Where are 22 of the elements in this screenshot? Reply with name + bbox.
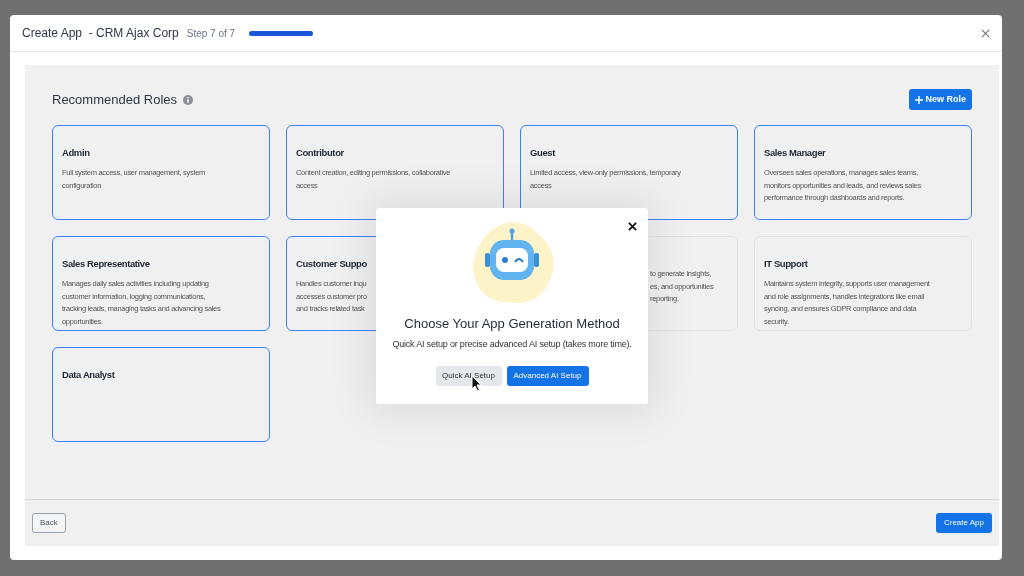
new-role-button[interactable]: New Role: [909, 89, 972, 110]
close-icon[interactable]: [628, 222, 637, 231]
section-title: Recommended Roles: [52, 90, 177, 109]
advanced-setup-button[interactable]: Advanced AI Setup: [506, 366, 589, 386]
dialog-subtitle: Quick AI setup or precise advanced AI setup (takes more time).: [392, 337, 632, 351]
create-app-button[interactable]: Create App: [935, 513, 992, 533]
role-card[interactable]: Data Analyst: [52, 347, 270, 442]
role-title: Contributor: [296, 146, 344, 160]
dialog-title: Choose Your App Generation Method: [404, 315, 620, 333]
window-title: Create App - CRM Ajax Corp: [22, 25, 179, 42]
info-icon: [183, 94, 193, 105]
role-title: Sales Manager: [764, 146, 826, 160]
quick-setup-button[interactable]: Quick AI Setup: [435, 366, 502, 386]
role-title: Customer Suppo: [296, 257, 367, 271]
back-button[interactable]: Back: [32, 513, 66, 533]
role-title: IT Support: [764, 257, 808, 271]
step-label: Step 7 of 7: [186, 26, 236, 41]
role-title: Sales Representative: [62, 257, 150, 271]
role-title: Data Analyst: [62, 368, 115, 382]
role-title: Admin: [62, 146, 90, 160]
plus-icon: [915, 95, 924, 104]
role-title: Guest: [530, 146, 555, 160]
